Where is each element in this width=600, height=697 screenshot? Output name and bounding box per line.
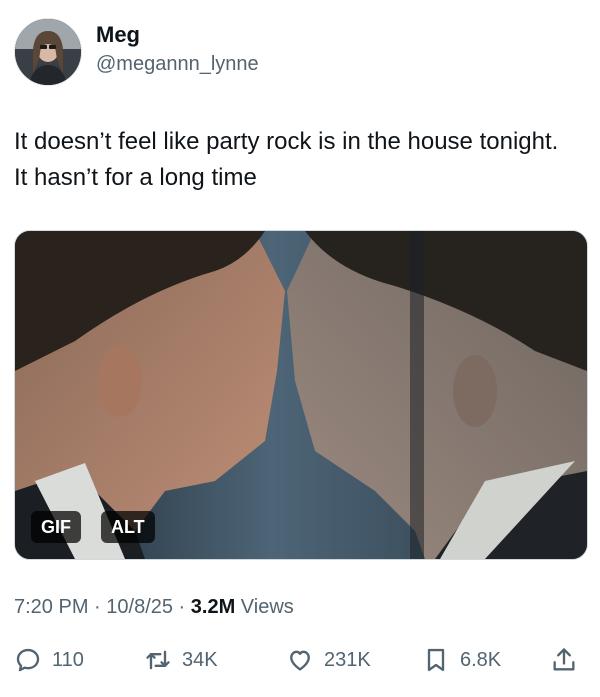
tweet-text: It doesn’t feel like party rock is in th… <box>14 128 559 191</box>
bookmark-count: 6.8K <box>460 648 502 671</box>
heart-icon <box>286 646 314 674</box>
reply-button[interactable]: 110 <box>14 642 84 678</box>
avatar[interactable] <box>14 18 82 86</box>
tweet-meta: 7:20 PM · 10/8/25 · 3.2M Views <box>14 594 294 620</box>
like-button[interactable]: 231K <box>286 642 371 678</box>
tweet-time[interactable]: 7:20 PM <box>14 596 88 618</box>
bookmark-button[interactable]: 6.8K <box>422 642 501 678</box>
reply-icon <box>14 646 42 674</box>
reply-count: 110 <box>52 648 84 671</box>
author-handle[interactable]: @megannn_lynne <box>96 52 259 76</box>
tweet-date[interactable]: 10/8/25 <box>106 596 173 618</box>
repost-button[interactable]: 34K <box>144 642 218 678</box>
avatar-image <box>15 19 81 85</box>
views-label: Views <box>235 596 294 618</box>
repost-count: 34K <box>182 648 218 671</box>
tweet-header: Meg @megannn_lynne <box>14 18 586 86</box>
author-name[interactable]: Meg <box>96 22 140 48</box>
gif-image <box>15 231 587 559</box>
views-count: 3.2M <box>190 596 236 618</box>
like-count: 231K <box>324 648 371 671</box>
alt-badge[interactable]: ALT <box>101 511 155 543</box>
repost-icon <box>144 646 172 674</box>
meta-separator: · <box>173 596 191 618</box>
action-bar: 110 34K 231K 6.8K <box>14 642 586 678</box>
gif-badge: GIF <box>31 511 81 543</box>
tweet-media[interactable]: GIF ALT <box>14 230 588 560</box>
bookmark-icon <box>422 646 450 674</box>
share-button[interactable] <box>550 642 578 678</box>
meta-separator: · <box>88 596 107 618</box>
share-icon <box>550 646 578 674</box>
